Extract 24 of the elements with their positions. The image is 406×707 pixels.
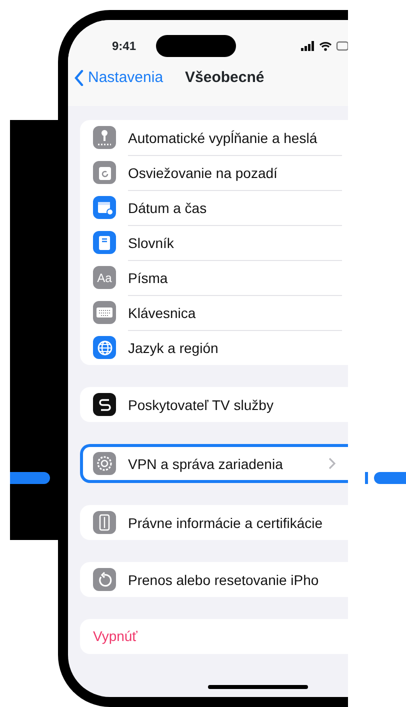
- signal-icon: [301, 41, 315, 51]
- settings-row[interactable]: Slovník: [80, 225, 348, 260]
- settings-row[interactable]: Klávesnica: [80, 295, 348, 330]
- highlight-pill: [10, 472, 50, 484]
- settings-row[interactable]: Aa Písma: [80, 260, 348, 295]
- status-time: 9:41: [112, 38, 136, 55]
- settings-row[interactable]: Automatické vypĺňanie a heslá: [80, 120, 348, 155]
- shutdown-button[interactable]: Vypnúť: [80, 619, 348, 654]
- battery-icon: [336, 41, 348, 51]
- wifi-icon: [319, 41, 332, 51]
- settings-row[interactable]: Prenos alebo resetovanie iPho: [80, 562, 348, 597]
- chevron-icon: [328, 457, 336, 470]
- settings-row[interactable]: Jazyk a región: [80, 330, 348, 365]
- settings-row[interactable]: VPN a správa zariadenia: [80, 444, 348, 483]
- highlight-bar: [365, 472, 368, 484]
- font-icon: Aa: [93, 266, 116, 289]
- settings-row[interactable]: Osviežovanie na pozadí: [80, 155, 348, 190]
- back-button[interactable]: Nastavenia: [74, 66, 164, 90]
- settings-row[interactable]: Dátum a čas: [80, 190, 348, 225]
- settings-row[interactable]: Právne informácie a certifikácie: [80, 505, 348, 540]
- page-title: Všeobecné: [185, 68, 264, 88]
- back-chevron-icon: [74, 70, 84, 86]
- highlight-pill: [374, 472, 406, 484]
- settings-row[interactable]: Poskytovateľ TV služby: [80, 387, 348, 422]
